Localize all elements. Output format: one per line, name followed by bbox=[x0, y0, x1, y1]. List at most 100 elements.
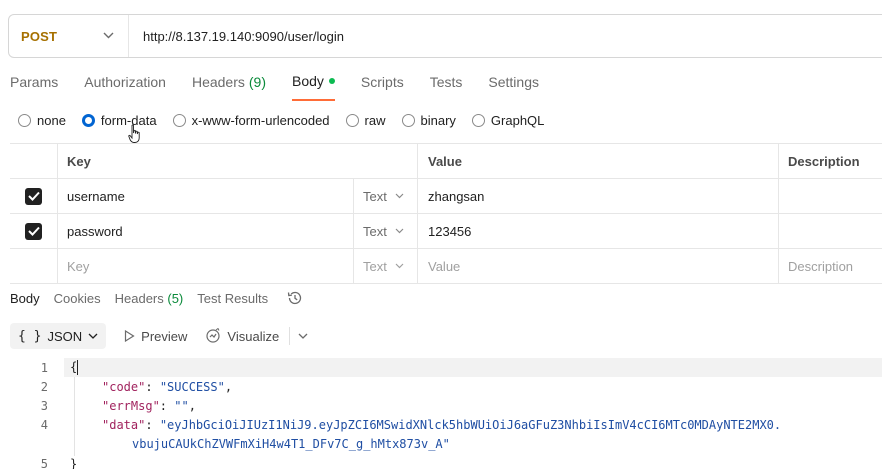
header-description: Description bbox=[788, 153, 860, 169]
tab-label: Headers bbox=[191, 74, 245, 90]
tab-label: Headers bbox=[114, 290, 164, 306]
key-cell[interactable]: password bbox=[58, 214, 354, 248]
table-row-placeholder: Key Text Value Description bbox=[10, 249, 882, 284]
type-select[interactable]: Text bbox=[354, 214, 418, 248]
preview-button[interactable]: Preview bbox=[124, 329, 187, 344]
visualize-icon bbox=[206, 328, 221, 343]
radio-raw[interactable]: raw bbox=[345, 113, 386, 128]
toolbar-divider bbox=[289, 327, 291, 345]
json-string: vbujuCAUkChZVWFmXiH4w4T1_DFv7C_g_hMtx873… bbox=[132, 436, 450, 451]
tab-params[interactable]: Params bbox=[10, 73, 58, 101]
checkbox-checked[interactable] bbox=[25, 222, 42, 240]
tab-tests[interactable]: Tests bbox=[430, 73, 463, 101]
line-number: 5 bbox=[40, 456, 48, 469]
radio-circle-selected bbox=[81, 114, 95, 127]
description-placeholder[interactable]: Description bbox=[779, 249, 882, 283]
indent-guide bbox=[74, 376, 75, 456]
visualize-label: Visualize bbox=[227, 328, 280, 344]
braces-icon: { } bbox=[18, 328, 42, 344]
play-icon bbox=[125, 330, 135, 342]
key-cell[interactable]: username bbox=[58, 179, 354, 213]
preview-label: Preview bbox=[141, 328, 188, 344]
tab-label: Scripts bbox=[360, 74, 404, 90]
resp-tab-headers[interactable]: Headers (5) bbox=[115, 291, 184, 306]
json-string: "SUCCESS" bbox=[159, 379, 225, 394]
radio-binary[interactable]: binary bbox=[401, 113, 456, 128]
chevron-down-icon bbox=[395, 226, 404, 237]
tab-label: Settings bbox=[488, 74, 539, 90]
resp-tab-test-results[interactable]: Test Results bbox=[197, 291, 268, 306]
line-number: 4 bbox=[40, 417, 48, 432]
code-line: 1 { bbox=[0, 358, 882, 377]
tab-authorization[interactable]: Authorization bbox=[84, 73, 166, 101]
resp-tab-body[interactable]: Body bbox=[10, 291, 40, 306]
tab-label: Authorization bbox=[84, 74, 166, 90]
tab-settings[interactable]: Settings bbox=[488, 73, 539, 101]
description-cell[interactable] bbox=[779, 214, 882, 248]
tab-label: Body bbox=[292, 73, 324, 89]
chevron-down-icon bbox=[395, 191, 404, 202]
radio-graphql[interactable]: GraphQL bbox=[471, 113, 544, 128]
table-row: password Text 123456 bbox=[10, 214, 882, 249]
visualize-button[interactable]: Visualize bbox=[205, 328, 279, 344]
json-string: "" bbox=[174, 398, 189, 413]
url-input[interactable] bbox=[143, 28, 743, 44]
active-dot-icon bbox=[328, 78, 335, 84]
type-label: Text bbox=[363, 188, 387, 204]
tab-label: Params bbox=[10, 74, 59, 90]
tab-headers[interactable]: Headers (9) bbox=[192, 73, 266, 101]
value-cell[interactable]: zhangsan bbox=[418, 179, 779, 213]
header-key: Key bbox=[58, 144, 418, 178]
code-text: } bbox=[70, 457, 77, 469]
row-check-cell bbox=[10, 179, 58, 213]
response-code-viewer[interactable]: 1 { 2 "code": "SUCCESS", 3 "errMsg": "",… bbox=[0, 357, 882, 469]
radio-circle bbox=[345, 114, 359, 127]
radio-form-data[interactable]: form-data bbox=[81, 113, 157, 128]
chevron-down-icon[interactable] bbox=[298, 330, 308, 342]
resp-tab-cookies[interactable]: Cookies bbox=[54, 291, 101, 306]
json-key: "errMsg" bbox=[102, 398, 160, 413]
code-text: "errMsg": "", bbox=[102, 398, 196, 413]
radio-label: binary bbox=[420, 113, 456, 128]
row-check-cell bbox=[10, 214, 58, 248]
type-label: Text bbox=[363, 258, 387, 274]
method-select[interactable]: POST bbox=[9, 15, 129, 57]
headers-count: (9) bbox=[248, 74, 266, 90]
code-text: "code": "SUCCESS", bbox=[102, 379, 233, 394]
checkbox-checked[interactable] bbox=[25, 187, 42, 205]
chevron-down-icon bbox=[88, 330, 98, 342]
format-select[interactable]: { } JSON bbox=[10, 323, 107, 349]
format-label: JSON bbox=[47, 328, 83, 344]
radio-none[interactable]: none bbox=[18, 113, 66, 128]
close-brace: } bbox=[70, 456, 78, 469]
radio-urlencoded[interactable]: x-www-form-urlencoded bbox=[172, 113, 330, 128]
description-cell[interactable] bbox=[779, 179, 882, 213]
value-placeholder[interactable]: Value bbox=[418, 249, 779, 283]
type-select[interactable]: Text bbox=[354, 249, 418, 283]
line-number: 2 bbox=[40, 379, 48, 394]
radio-label: raw bbox=[364, 113, 386, 128]
hand-pointer-icon bbox=[128, 124, 140, 143]
header-value: Value bbox=[418, 144, 779, 178]
code-line: 3 "errMsg": "", bbox=[0, 396, 196, 415]
code-text: vbujuCAUkChZVWFmXiH4w4T1_DFv7C_g_hMtx873… bbox=[132, 437, 450, 451]
radio-circle bbox=[172, 114, 186, 127]
tab-scripts[interactable]: Scripts bbox=[361, 73, 404, 101]
chevron-down-icon bbox=[103, 30, 114, 42]
history-icon[interactable] bbox=[286, 289, 304, 307]
tab-body[interactable]: Body bbox=[292, 73, 335, 101]
code-line-wrapped: vbujuCAUkChZVWFmXiH4w4T1_DFv7C_g_hMtx873… bbox=[0, 434, 450, 453]
radio-circle bbox=[18, 114, 31, 127]
check-icon bbox=[27, 226, 40, 236]
key-placeholder[interactable]: Key bbox=[58, 249, 354, 283]
table-header-row: Key Value Description bbox=[10, 144, 882, 179]
type-select[interactable]: Text bbox=[354, 179, 418, 213]
code-text: "data": "eyJhbGciOiJIUzI1NiJ9.eyJpZCI6MS… bbox=[102, 417, 782, 432]
type-label: Text bbox=[363, 223, 387, 239]
open-brace: { bbox=[70, 360, 78, 374]
value-cell[interactable]: 123456 bbox=[418, 214, 779, 248]
row-check-cell bbox=[10, 249, 58, 283]
chevron-down-icon bbox=[395, 261, 404, 272]
body-type-radios: none form-data x-www-form-urlencoded raw… bbox=[18, 113, 560, 128]
json-string: "eyJhbGciOiJIUzI1NiJ9.eyJpZCI6MSwidXNlck… bbox=[159, 417, 782, 432]
